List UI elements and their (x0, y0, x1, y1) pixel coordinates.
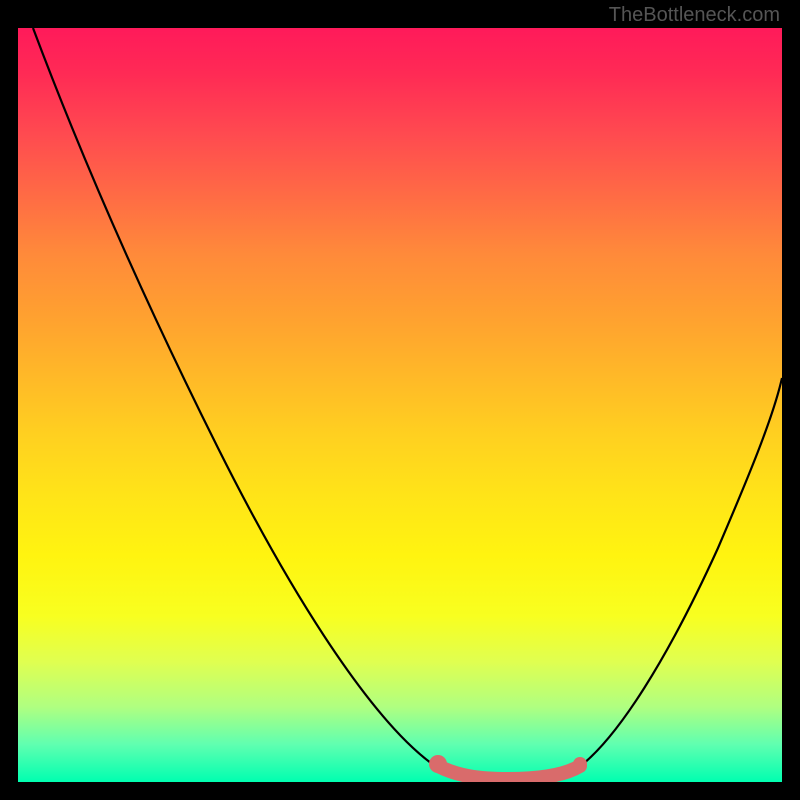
watermark-text: TheBottleneck.com (609, 4, 780, 27)
highlight-endpoint-left (429, 755, 447, 773)
curve-svg (18, 28, 782, 782)
optimal-range-highlight (438, 766, 580, 779)
plot-area (18, 28, 782, 782)
bottleneck-curve-line (33, 28, 782, 778)
highlight-endpoint-right (573, 757, 587, 771)
